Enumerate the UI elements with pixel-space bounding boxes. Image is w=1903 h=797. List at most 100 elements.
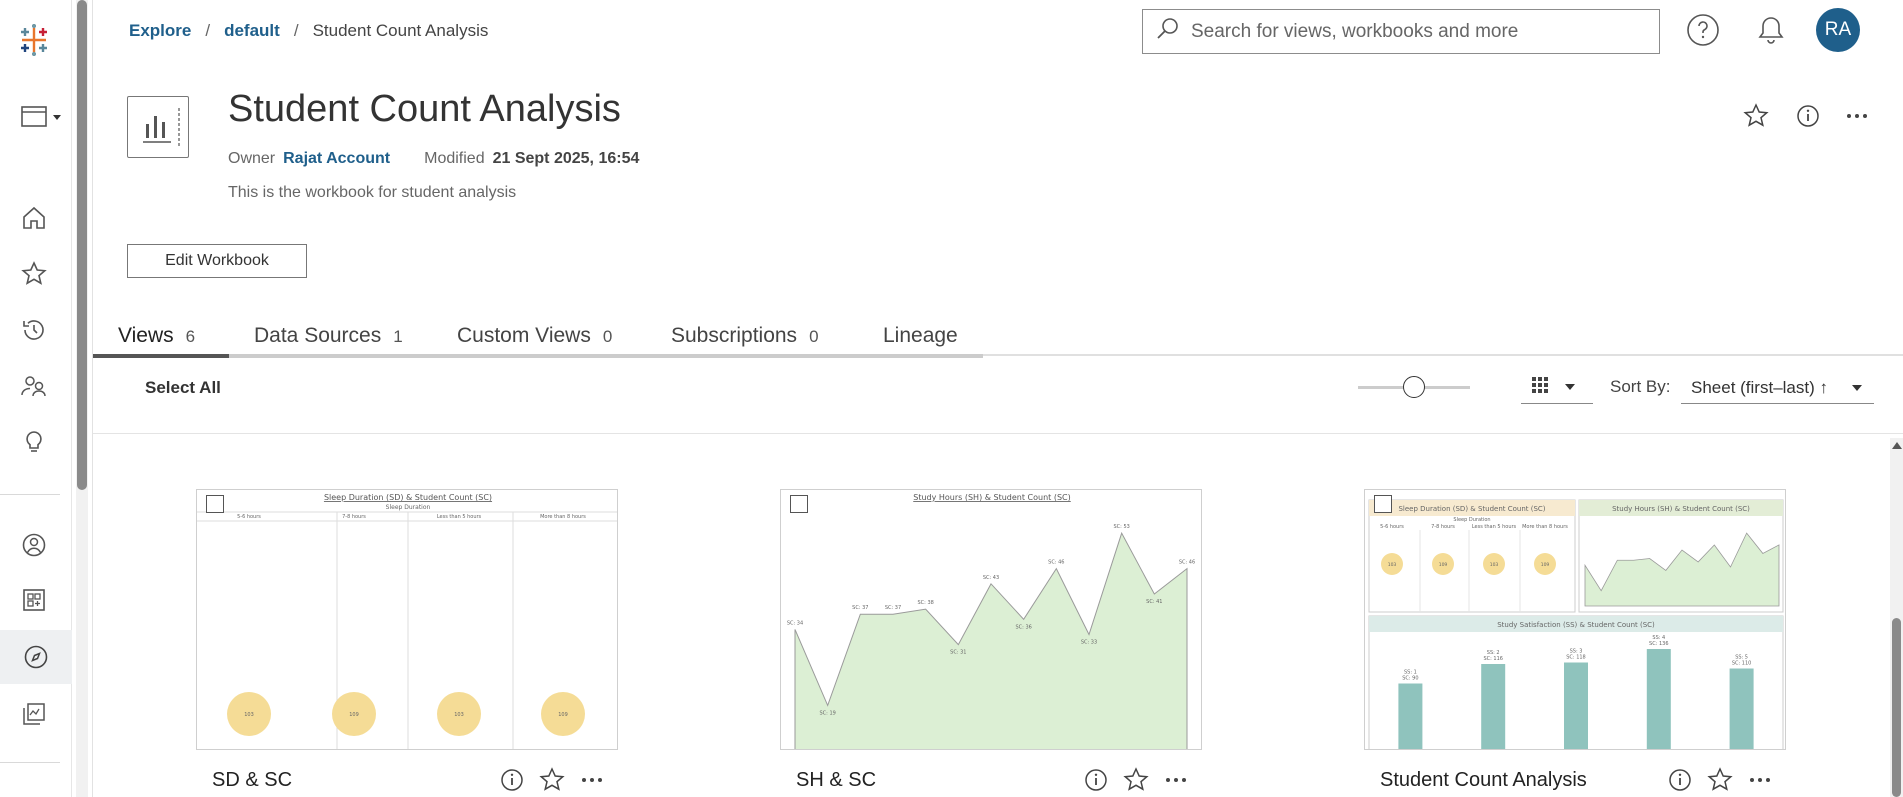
content-scrollbar[interactable] xyxy=(1890,438,1903,797)
view-thumbnail-chart: Sleep Duration (SD) & Student Count (SC)… xyxy=(1368,499,1784,749)
explore-compass-icon[interactable] xyxy=(0,630,72,684)
owner-label: Owner xyxy=(228,150,276,167)
breadcrumb-explore-link[interactable]: Explore xyxy=(129,21,191,41)
data-label: SC: 43 xyxy=(983,575,999,581)
collections-icon[interactable] xyxy=(14,580,54,620)
bar-value-label: SC: 110 xyxy=(1732,661,1751,667)
search-icon xyxy=(1155,16,1181,47)
view-thumbnail[interactable]: Sleep Duration (SD) & Student Count (SC)… xyxy=(1364,489,1786,750)
tab-count: 0 xyxy=(809,327,819,346)
bar xyxy=(1729,668,1754,749)
thumb-category: More than 8 hours xyxy=(540,514,586,520)
view-mode-dropdown[interactable] xyxy=(1521,372,1593,404)
sort-by-label: Sort By: xyxy=(1610,377,1671,396)
thumb-category: 5-6 hours xyxy=(1380,524,1404,530)
bar-value-label: SC: 136 xyxy=(1649,641,1668,647)
user-avatar[interactable]: RA xyxy=(1816,8,1860,52)
info-icon[interactable] xyxy=(1076,765,1116,795)
thumb-category: 7-8 hours xyxy=(1431,524,1455,530)
rail-scrollbar[interactable] xyxy=(76,0,88,797)
thumb-category: Less than 5 hours xyxy=(437,514,482,520)
site-switcher-icon[interactable] xyxy=(14,96,64,136)
modified-label: Modified xyxy=(424,150,485,167)
rail-divider xyxy=(0,762,60,763)
favorite-star-icon[interactable] xyxy=(532,765,572,795)
view-thumbnail[interactable]: Study Hours (SH) & Student Count (SC) SC… xyxy=(780,489,1202,750)
owner-link[interactable]: Rajat Account xyxy=(283,150,390,168)
home-icon[interactable] xyxy=(14,198,54,238)
view-select-checkbox[interactable] xyxy=(206,495,224,513)
thumb-circle-label: 103 xyxy=(1490,562,1499,568)
tab-data-sources[interactable]: Data Sources 1 xyxy=(254,324,403,348)
more-actions-icon[interactable] xyxy=(1839,98,1875,134)
view-select-checkbox[interactable] xyxy=(790,495,808,513)
tab-label: Subscriptions xyxy=(671,324,798,347)
tab-custom-views[interactable]: Custom Views 0 xyxy=(457,324,612,348)
tableau-logo-icon[interactable] xyxy=(14,20,54,60)
thumb-category: 7-8 hours xyxy=(342,514,366,520)
view-name[interactable]: Student Count Analysis xyxy=(1380,769,1660,792)
notifications-bell-icon[interactable] xyxy=(1751,10,1791,50)
shared-with-me-icon[interactable] xyxy=(14,366,54,406)
global-search-box[interactable] xyxy=(1142,9,1660,54)
view-thumbnail-chart: Study Hours (SH) & Student Count (SC) SC… xyxy=(787,493,1195,749)
bar-value-label: SC: 116 xyxy=(1483,656,1502,662)
view-thumbnail[interactable]: Sleep Duration (SD) & Student Count (SC)… xyxy=(196,489,618,750)
breadcrumb-project-link[interactable]: default xyxy=(224,21,280,41)
tab-count: 1 xyxy=(393,327,403,346)
breadcrumb: Explore / default / Student Count Analys… xyxy=(129,21,488,41)
panel-title: Sleep Duration (SD) & Student Count (SC) xyxy=(1398,505,1545,513)
view-name[interactable]: SD & SC xyxy=(212,769,492,792)
favorite-star-icon[interactable] xyxy=(1700,765,1740,795)
recommendations-lightbulb-icon[interactable] xyxy=(14,422,54,462)
rail-scrollbar-thumb[interactable] xyxy=(77,0,87,490)
info-icon[interactable] xyxy=(1790,98,1826,134)
favorite-star-icon[interactable] xyxy=(1116,765,1156,795)
thumb-category: 5-6 hours xyxy=(237,514,261,520)
tab-lineage[interactable]: Lineage xyxy=(883,324,958,348)
data-label: SC: 33 xyxy=(1081,640,1097,646)
view-card-footer: SH & SC xyxy=(796,765,1196,795)
more-actions-icon[interactable] xyxy=(572,765,612,795)
search-input[interactable] xyxy=(1191,20,1631,43)
view-card-footer: Student Count Analysis xyxy=(1380,765,1780,795)
tab-views[interactable]: Views 6 xyxy=(118,324,195,348)
edit-workbook-button[interactable]: Edit Workbook xyxy=(127,244,307,278)
tab-subscriptions[interactable]: Subscriptions 0 xyxy=(671,324,819,348)
scroll-up-arrow-icon[interactable] xyxy=(1892,442,1902,449)
bar xyxy=(1564,662,1588,749)
area-series xyxy=(794,531,1188,749)
select-all-button[interactable]: Select All xyxy=(145,378,221,398)
content-scrollbar-thumb[interactable] xyxy=(1892,618,1901,797)
sort-by-select[interactable]: Sheet (first–last) ↑ xyxy=(1681,372,1874,404)
help-icon[interactable] xyxy=(1683,10,1723,50)
data-label: SC: 46 xyxy=(1048,560,1064,566)
favorites-star-icon[interactable] xyxy=(14,254,54,294)
tab-label: Data Sources xyxy=(254,324,382,347)
modified-date: 21 Sept 2025, 16:54 xyxy=(492,150,640,167)
thumb-category: Less than 5 hours xyxy=(1472,524,1517,530)
info-icon[interactable] xyxy=(1660,765,1700,795)
info-icon[interactable] xyxy=(492,765,532,795)
workbook-description: This is the workbook for student analysi… xyxy=(228,184,517,201)
panel-subheader: Sleep Duration xyxy=(1453,517,1490,523)
tab-label: Views xyxy=(118,324,174,347)
chevron-down-icon xyxy=(1850,378,1864,398)
data-management-icon[interactable] xyxy=(14,694,54,734)
view-name[interactable]: SH & SC xyxy=(796,769,1076,792)
thumb-circle-label: 103 xyxy=(454,712,464,718)
more-actions-icon[interactable] xyxy=(1740,765,1780,795)
personal-space-icon[interactable] xyxy=(14,525,54,565)
favorite-star-icon[interactable] xyxy=(1738,98,1774,134)
workbook-metadata: Owner Rajat Account Modified 21 Sept 202… xyxy=(228,150,639,168)
thumbnail-size-slider[interactable] xyxy=(1358,376,1470,398)
active-tab-indicator xyxy=(93,354,229,358)
slider-knob[interactable] xyxy=(1403,376,1425,398)
data-label: SC: 37 xyxy=(852,605,868,611)
recents-icon[interactable] xyxy=(14,310,54,350)
breadcrumb-separator: / xyxy=(205,21,211,40)
data-label: SC: 46 xyxy=(1179,560,1195,566)
more-actions-icon[interactable] xyxy=(1156,765,1196,795)
view-select-checkbox[interactable] xyxy=(1374,495,1392,513)
bar xyxy=(1398,683,1423,749)
